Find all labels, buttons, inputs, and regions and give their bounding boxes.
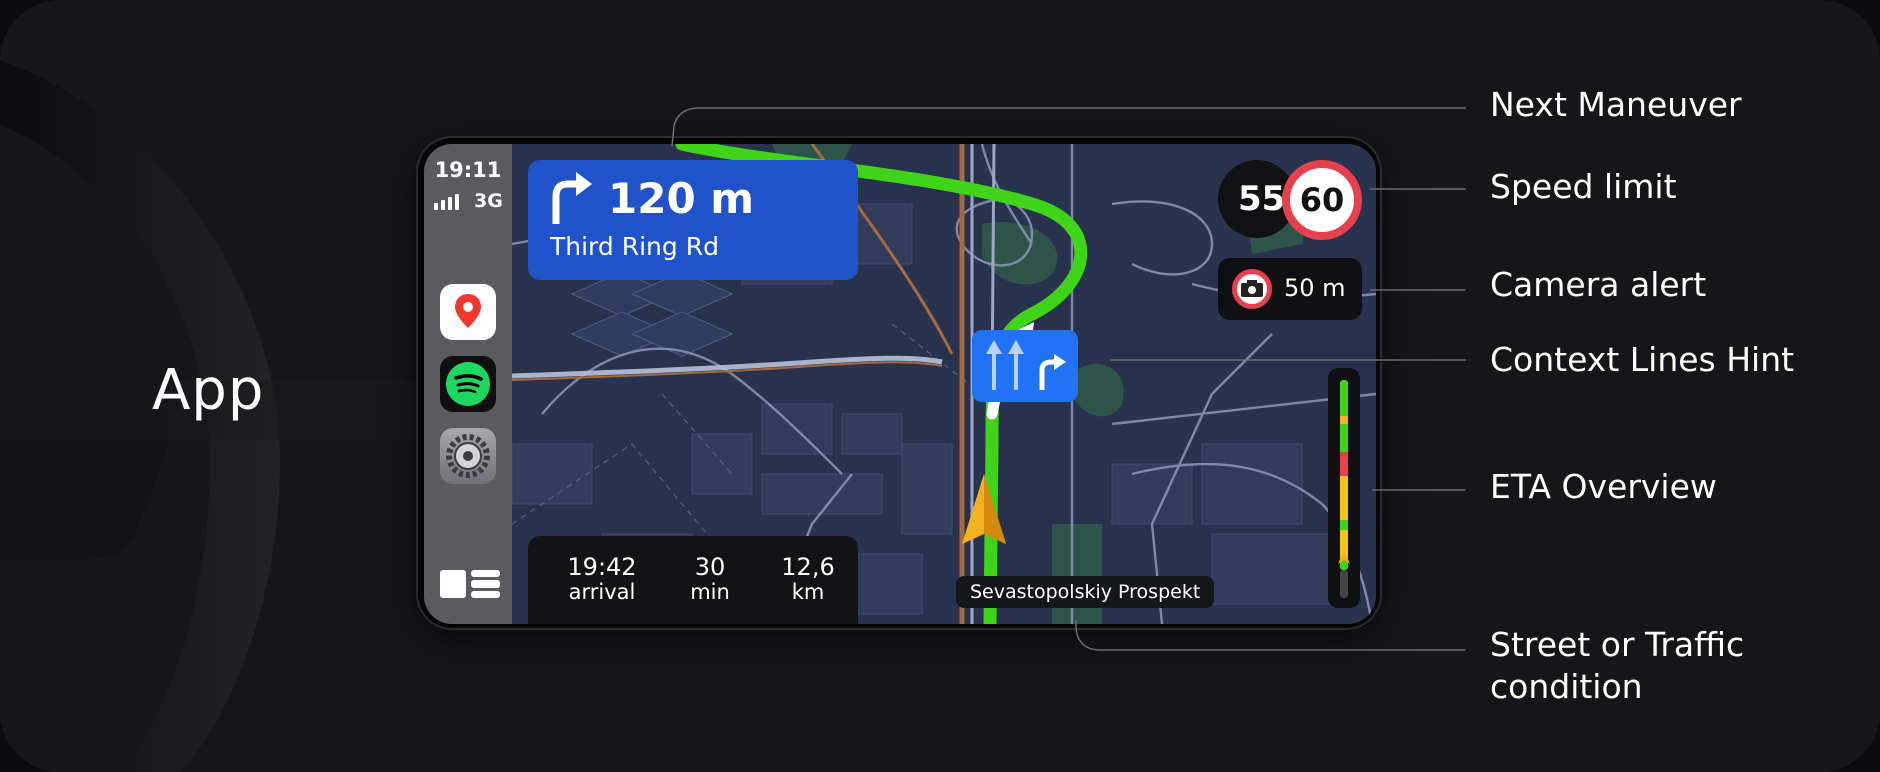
- callout-context-lines: Context Lines Hint: [1490, 340, 1795, 379]
- callout-street-line2: condition: [1490, 667, 1643, 706]
- callout-speed-limit: Speed limit: [1490, 167, 1677, 206]
- stage-background: App 19:11 3G 120 m Third Ring Rd 55 60 5…: [0, 0, 1880, 772]
- callout-street-line1: Street or Traffic: [1490, 625, 1745, 664]
- callout-next-maneuver: Next Maneuver: [1490, 85, 1742, 124]
- callout-camera-alert: Camera alert: [1490, 265, 1707, 304]
- callout-eta-overview: ETA Overview: [1490, 467, 1717, 506]
